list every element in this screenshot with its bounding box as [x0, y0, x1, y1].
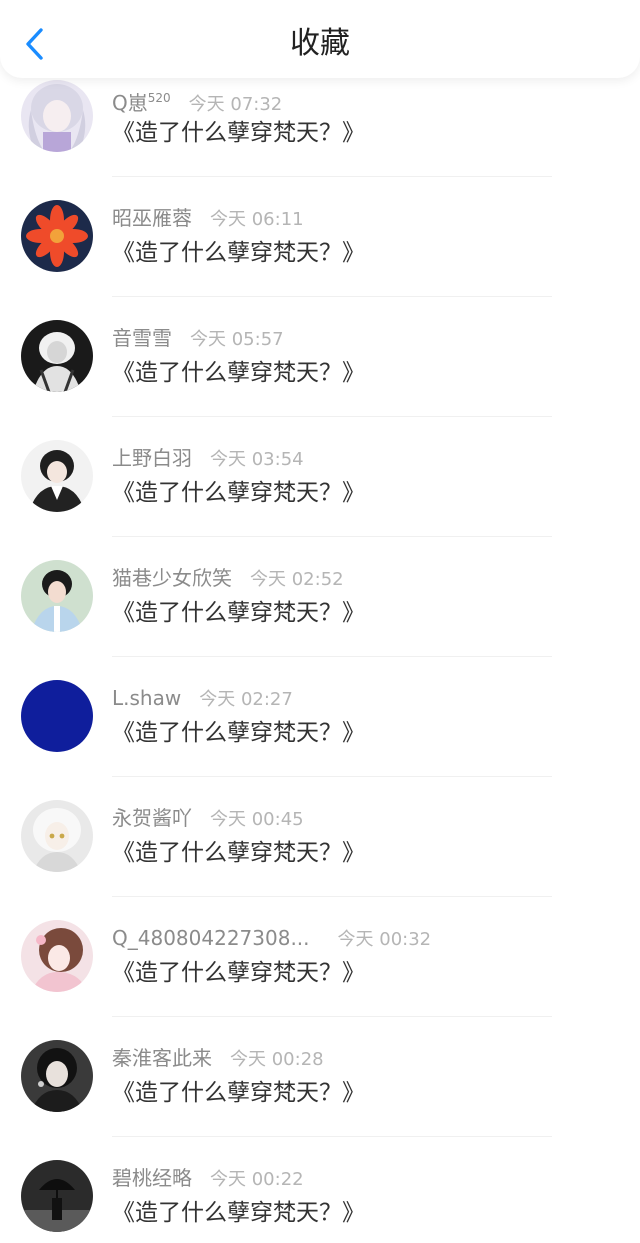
- item-meta: 昭巫雁蓉 今天 06:11: [112, 204, 304, 232]
- item-meta: 秦淮客此来 今天 00:28: [112, 1044, 324, 1072]
- item-meta: Q_480804227308... 今天 00:32: [112, 924, 431, 952]
- list-item[interactable]: L.shaw 今天 02:27 《造了什么孽穿梵天？》: [0, 600, 640, 777]
- username[interactable]: L.shaw: [112, 686, 181, 710]
- timestamp: 今天 07:32: [188, 94, 283, 115]
- timestamp: 今天 00:28: [230, 1049, 324, 1070]
- list-item[interactable]: 碧桃经略 今天 00:22 《造了什么孽穿梵天？》: [0, 1080, 640, 1232]
- user-badge: 520: [147, 91, 171, 105]
- username[interactable]: 昭巫雁蓉: [112, 206, 192, 230]
- timestamp: 今天 00:32: [337, 929, 432, 950]
- list-item[interactable]: Q_480804227308... 今天 00:32 《造了什么孽穿梵天？》: [0, 840, 640, 1017]
- avatar-umbrella-silhouette[interactable]: [21, 1160, 93, 1232]
- list-item[interactable]: 昭巫雁蓉 今天 06:11 《造了什么孽穿梵天？》: [0, 120, 640, 297]
- timestamp: 今天 06:11: [210, 209, 304, 230]
- timestamp: 今天 02:27: [199, 689, 293, 710]
- username[interactable]: Q_480804227308...: [112, 926, 310, 950]
- page-title: 收藏: [290, 26, 350, 61]
- username[interactable]: 永贺酱吖: [112, 806, 192, 830]
- timestamp: 今天 02:52: [250, 569, 344, 590]
- username[interactable]: 上野白羽: [112, 446, 192, 470]
- item-meta: 永贺酱吖 今天 00:45: [112, 804, 304, 832]
- username[interactable]: 猫巷少女欣笑: [112, 566, 232, 590]
- timestamp: 今天 03:54: [210, 449, 304, 470]
- list-item[interactable]: 音雪雪 今天 05:57 《造了什么孽穿梵天？》: [0, 240, 640, 417]
- list-item[interactable]: 上野白羽 今天 03:54 《造了什么孽穿梵天？》: [0, 360, 640, 537]
- timestamp: 今天 00:22: [210, 1169, 304, 1190]
- timestamp: 今天 00:45: [210, 809, 304, 830]
- list-item[interactable]: 秦淮客此来 今天 00:28 《造了什么孽穿梵天？》: [0, 960, 640, 1137]
- item-meta: L.shaw 今天 02:27: [112, 684, 293, 712]
- timestamp: 今天 05:57: [190, 329, 284, 350]
- list-item[interactable]: 永贺酱吖 今天 00:45 《造了什么孽穿梵天？》: [0, 720, 640, 897]
- item-meta: 猫巷少女欣笑 今天 02:52: [112, 564, 344, 592]
- book-title[interactable]: 《造了什么孽穿梵天？》: [112, 1196, 365, 1230]
- item-meta: 碧桃经略 今天 00:22: [112, 1164, 304, 1192]
- item-meta: Q崽520 今天 07:32: [112, 84, 283, 115]
- item-meta: 音雪雪 今天 05:57: [112, 324, 284, 352]
- username[interactable]: Q崽: [112, 91, 148, 115]
- list-item[interactable]: 猫巷少女欣笑 今天 02:52 《造了什么孽穿梵天？》: [0, 480, 640, 657]
- username[interactable]: 音雪雪: [112, 326, 172, 350]
- top-bar: 收藏: [0, 0, 640, 78]
- username[interactable]: 碧桃经略: [112, 1166, 192, 1190]
- item-meta: 上野白羽 今天 03:54: [112, 444, 304, 472]
- username[interactable]: 秦淮客此来: [112, 1046, 212, 1070]
